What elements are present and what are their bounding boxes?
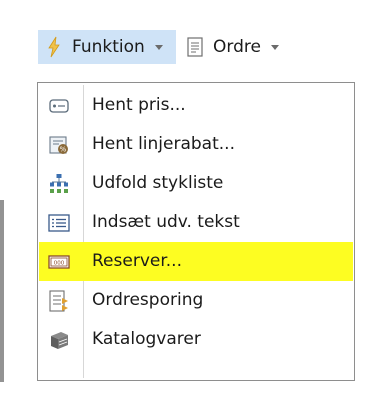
text-list-icon xyxy=(48,214,70,232)
discount-icon: % xyxy=(49,136,68,154)
menu-item-ordresporing[interactable]: Ordresporing xyxy=(39,281,353,320)
menu-item-hent-pris[interactable]: Hent pris... xyxy=(39,86,353,125)
chevron-down-icon xyxy=(270,44,279,50)
lightning-icon xyxy=(48,36,60,58)
menu-item-udfold-stykliste[interactable]: Udfold stykliste xyxy=(39,164,353,203)
ordre-label: Ordre xyxy=(213,37,261,57)
menu-item-katalogvarer[interactable]: Katalogvarer xyxy=(39,320,353,359)
menu-item-label: Indsæt udv. tekst xyxy=(92,212,240,232)
menu-item-label: Hent pris... xyxy=(92,95,186,115)
menu-item-label: Hent linjerabat... xyxy=(92,134,235,154)
menu-item-label: Katalogvarer xyxy=(92,329,201,349)
menu-item-label: Reserver... xyxy=(92,251,182,271)
chevron-down-icon xyxy=(154,44,163,50)
funktion-dropdown-menu: Hent pris... % Hent linjerabat... Udfold… xyxy=(37,82,355,381)
svg-text:000: 000 xyxy=(54,260,65,266)
menu-item-hent-linjerabat[interactable]: % Hent linjerabat... xyxy=(39,125,353,164)
menu-item-reserver[interactable]: 000 Reserver... xyxy=(39,242,353,281)
background-window-edge xyxy=(0,200,4,382)
svg-text:%: % xyxy=(60,146,67,154)
menu-item-label: Ordresporing xyxy=(92,290,204,310)
reserve-icon: 000 xyxy=(48,255,70,269)
funktion-menu-button[interactable]: Funktion xyxy=(38,30,176,64)
funktion-label: Funktion xyxy=(72,37,145,57)
price-tag-icon xyxy=(49,99,69,113)
document-icon xyxy=(187,37,203,57)
order-tracking-icon xyxy=(49,290,68,312)
hierarchy-icon xyxy=(50,174,68,193)
catalog-icon xyxy=(51,332,68,349)
menu-item-label: Udfold stykliste xyxy=(92,173,224,193)
menu-item-indsaet-udv-tekst[interactable]: Indsæt udv. tekst xyxy=(39,203,353,242)
toolbar: Funktion Ordre xyxy=(0,0,367,82)
ordre-menu-button[interactable]: Ordre xyxy=(183,30,363,64)
